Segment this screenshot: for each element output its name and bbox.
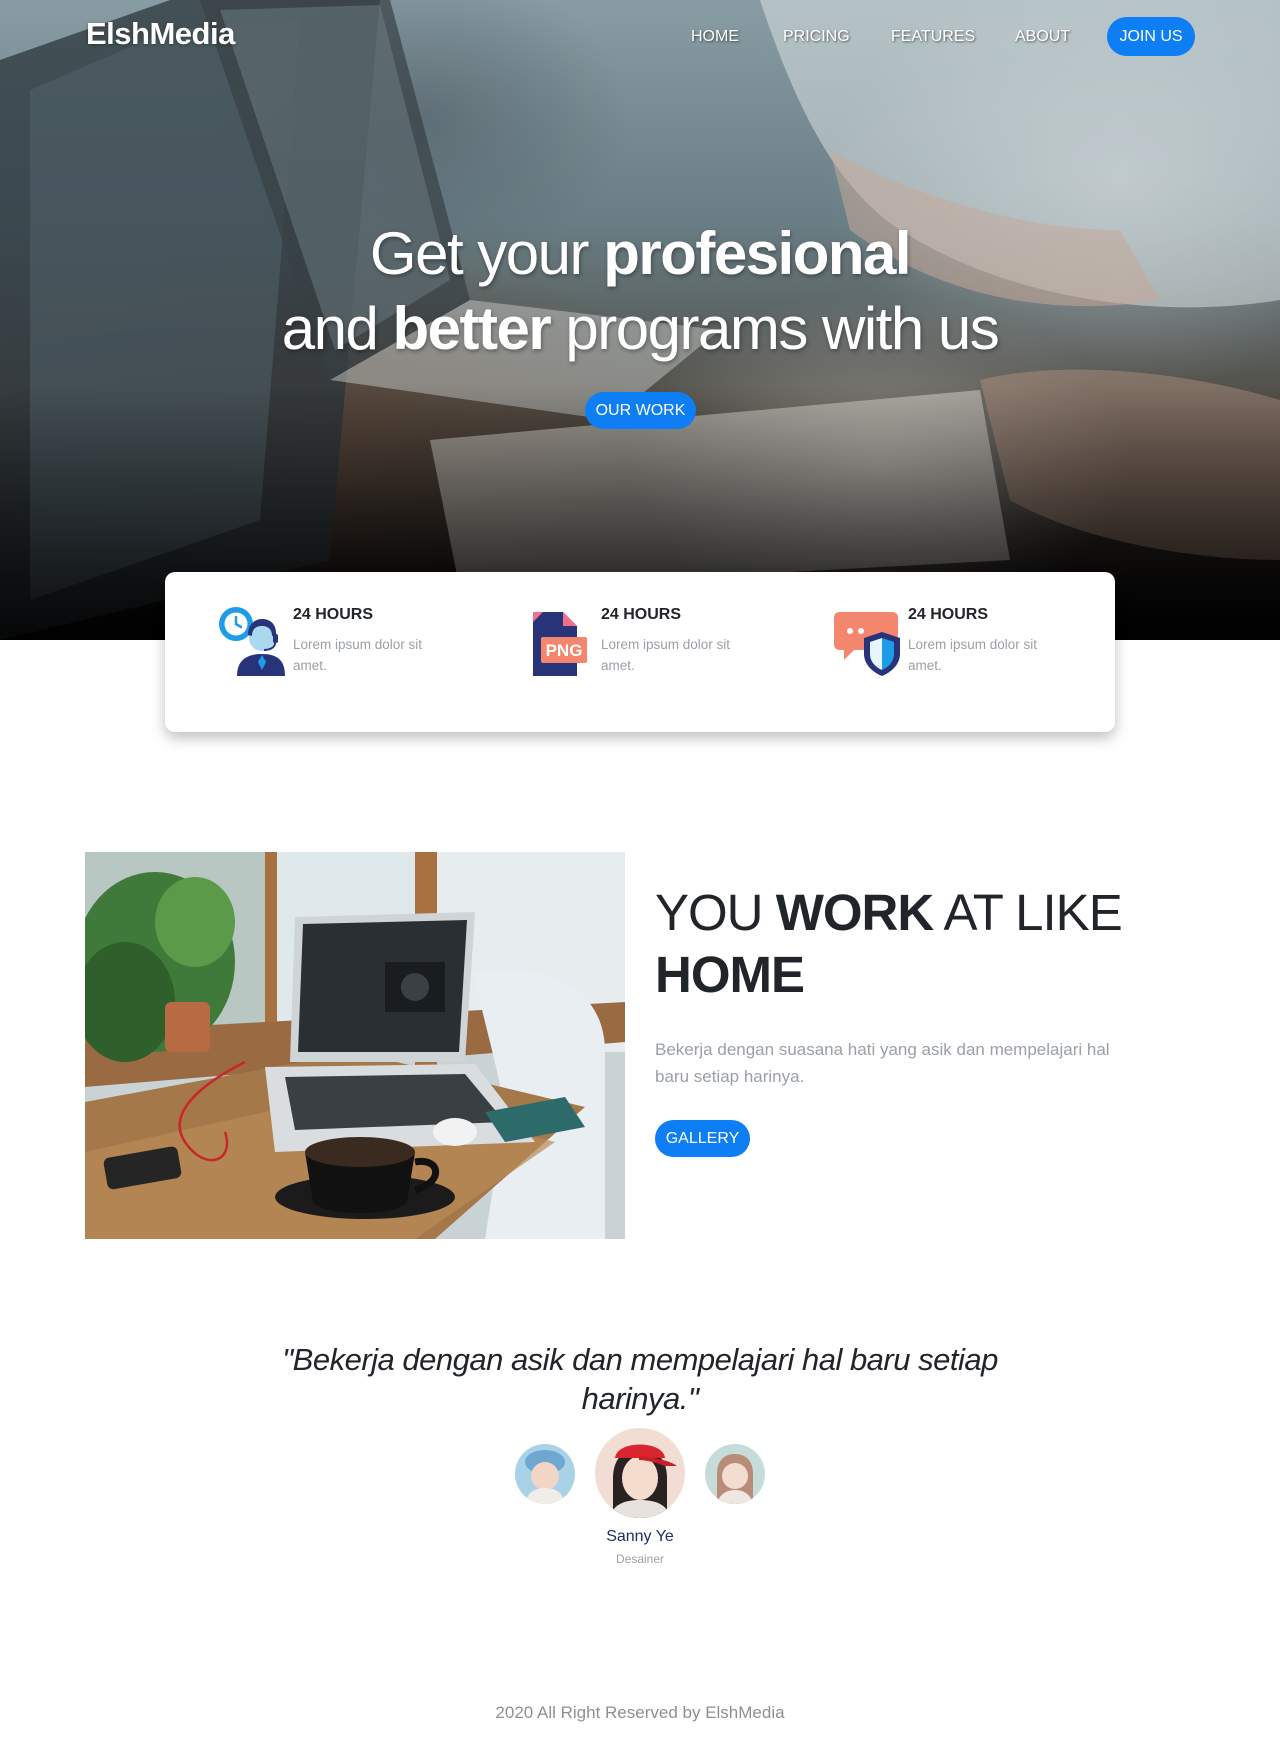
feature-description: Lorem ipsum dolor sit amet. xyxy=(293,637,423,673)
avatar-left-image xyxy=(515,1444,575,1504)
hero-title-emphasis: profesional xyxy=(603,220,911,287)
nav-about-link[interactable]: ABOUT xyxy=(1015,28,1070,46)
avatar-right-image xyxy=(705,1444,765,1504)
gallery-button[interactable]: GALLERY xyxy=(655,1120,750,1157)
footer-copyright: 2020 All Right Reserved by ElshMedia xyxy=(495,1703,785,1722)
feature-title: 24 HOURS xyxy=(908,606,989,623)
feature-title: 24 HOURS xyxy=(601,606,682,623)
chat-shield-icon xyxy=(834,612,900,676)
brand-logo[interactable]: ElshMedia xyxy=(86,16,235,52)
hero-title-text: programs with us xyxy=(550,295,999,362)
features-panel: 24 HOURS Lorem ipsum dolor sit amet. PNG… xyxy=(165,572,1115,732)
top-navbar: ElshMedia HOME PRICING FEATURES ABOUT JO… xyxy=(0,0,1280,74)
nav-pricing-link[interactable]: PRICING xyxy=(783,28,850,46)
work-heading-emphasis: HOME xyxy=(655,946,805,1003)
our-work-button[interactable]: OUR WORK xyxy=(585,392,696,429)
work-heading-emphasis: WORK xyxy=(775,884,934,941)
testimonial-role: Desainer xyxy=(615,1552,665,1566)
workspace-photo xyxy=(85,852,625,1239)
work-heading: YOU WORK AT LIKE HOME xyxy=(655,882,1125,1006)
nav-home-link[interactable]: HOME xyxy=(691,28,739,46)
avatar-active[interactable] xyxy=(595,1428,685,1518)
work-heading-text: AT LIKE xyxy=(933,884,1123,941)
nav-features-link[interactable]: FEATURES xyxy=(891,28,975,46)
testimonial-quote: "Bekerja dengan asik dan mempelajari hal… xyxy=(282,1342,998,1416)
png-file-icon-label: PNG xyxy=(546,641,583,660)
feature-description: Lorem ipsum dolor sit amet. xyxy=(908,637,1038,673)
work-description: Bekerja dengan suasana hati yang asik da… xyxy=(655,1040,1110,1086)
join-us-button[interactable]: JOIN US xyxy=(1107,17,1195,56)
feature-item: 24 HOURS Lorem ipsum dolor sit amet. xyxy=(834,606,1074,696)
avatar-left[interactable] xyxy=(515,1444,575,1504)
hero-title-emphasis: better xyxy=(392,295,552,362)
hero-section: ElshMedia HOME PRICING FEATURES ABOUT JO… xyxy=(0,0,1280,640)
testimonial-name: Sanny Ye xyxy=(606,1528,674,1545)
hero-title-text: Get your xyxy=(369,220,604,287)
feature-item: 24 HOURS Lorem ipsum dolor sit amet. xyxy=(219,606,459,696)
png-file-icon: PNG xyxy=(533,612,587,676)
feature-description: Lorem ipsum dolor sit amet. xyxy=(601,637,731,673)
support-agent-clock-icon xyxy=(219,607,285,676)
feature-title: 24 HOURS xyxy=(293,606,374,623)
feature-item: PNG 24 HOURS Lorem ipsum dolor sit amet. xyxy=(527,606,767,696)
avatar-active-image xyxy=(595,1428,685,1518)
hero-title-text: and xyxy=(281,295,393,362)
avatar-right[interactable] xyxy=(705,1444,765,1504)
hero-title: Get your profesional and better programs… xyxy=(140,216,1140,366)
work-heading-text: YOU xyxy=(655,884,776,941)
